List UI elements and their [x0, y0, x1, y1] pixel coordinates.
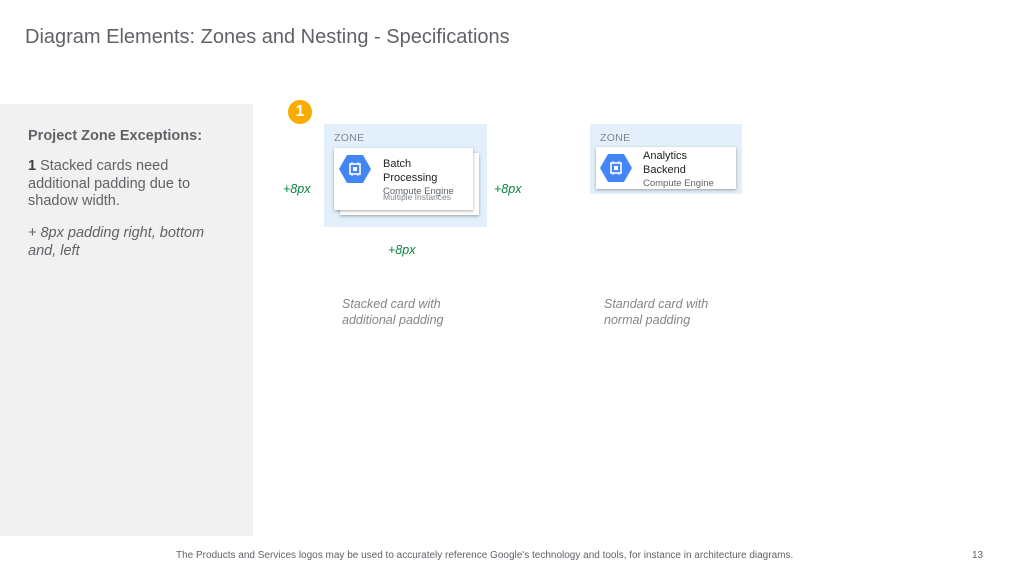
stacked-card: Batch Processing Compute Engine Multiple… [334, 148, 473, 210]
standard-caption: Standard card with normal padding [604, 297, 709, 327]
pad-left-label: +8px [283, 182, 311, 196]
page-number: 13 [972, 550, 984, 561]
compute-engine-icon [339, 155, 371, 183]
side-heading: Project Zone Exceptions: [28, 128, 203, 144]
side-note: 1 Stacked cards need additional padding … [28, 158, 228, 211]
card-name: Batch Processing [383, 158, 438, 184]
stacked-caption: Stacked card with additional padding [342, 297, 444, 327]
pad-bottom-label: +8px [388, 243, 416, 257]
padding-note: + 8px padding right, bottom and, left [28, 225, 205, 259]
pad-right-label: +8px [494, 182, 522, 196]
standard-zone-label: ZONE [600, 132, 631, 144]
note-text: Stacked cards need additional padding du… [28, 158, 191, 209]
number-badge: 1 [288, 100, 312, 124]
card-sub2: Multiple Instances [383, 192, 452, 202]
standard-card: Analytics Backend Compute Engine [596, 147, 736, 189]
card-name: Analytics Backend [643, 150, 688, 176]
card-sub: Compute Engine [643, 178, 714, 189]
page-title: Diagram Elements: Zones and Nesting - Sp… [25, 26, 510, 48]
footer-note: The Products and Services logos may be u… [176, 550, 794, 561]
stacked-zone-label: ZONE [334, 132, 365, 144]
compute-engine-icon [600, 154, 632, 182]
note-number: 1 [28, 158, 37, 174]
